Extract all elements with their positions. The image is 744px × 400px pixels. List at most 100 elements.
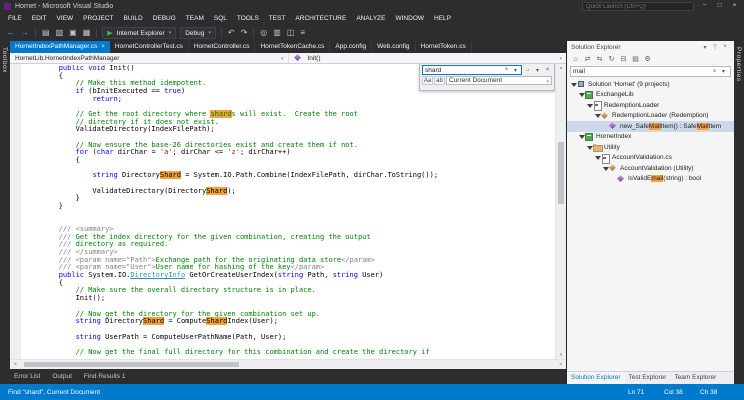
doc-tab-web-config[interactable]: Web.config <box>372 41 416 53</box>
expand-arrow-icon[interactable] <box>578 91 585 98</box>
close-window-button[interactable]: × <box>727 0 742 11</box>
find-options-icon[interactable]: ▾ <box>533 67 542 74</box>
switch-views-icon[interactable]: ⇄ <box>582 55 593 63</box>
menu-help[interactable]: HELP <box>429 13 456 25</box>
comment-icon[interactable]: ▥ <box>273 26 281 40</box>
find-next-button[interactable]: → <box>523 67 532 73</box>
menu-file[interactable]: FILE <box>3 13 27 25</box>
close-icon[interactable]: × <box>720 44 730 51</box>
doc-tab-hornetcontroller-cs[interactable]: HornetController.cs <box>189 41 256 53</box>
expand-arrow-icon[interactable] <box>578 133 585 140</box>
undo-icon[interactable]: ↶ <box>228 26 235 40</box>
menu-test[interactable]: TEST <box>264 13 291 25</box>
tree-item-accountvalidation-utility-[interactable]: AccountValidation (Utility) <box>567 163 734 174</box>
expand-arrow-icon[interactable] <box>586 102 593 109</box>
bottom-tab-find-results-1[interactable]: Find Results 1 <box>78 369 132 384</box>
window-options-icon[interactable]: ▾ <box>700 44 710 51</box>
vertical-scrollbar[interactable]: ▴ ▾ <box>555 64 566 359</box>
member-dropdown[interactable]: Init() ▾ <box>287 53 567 63</box>
tree-item-solution-hornet-9-projects-[interactable]: Solution 'Hornet' (9 projects) <box>567 79 734 90</box>
panel-tab-solution-explorer[interactable]: Solution Explorer <box>567 372 625 384</box>
tree-item-redemptionloader[interactable]: RedemptionLoader <box>567 100 734 112</box>
vertical-scroll-thumb[interactable] <box>558 142 564 204</box>
menu-window[interactable]: WINDOW <box>390 13 429 25</box>
menu-debug[interactable]: DEBUG <box>148 13 181 25</box>
toolbox-tab[interactable]: Toolbox <box>1 47 8 73</box>
match-case-toggle[interactable]: Aa <box>422 76 433 85</box>
menu-team[interactable]: TEAM <box>181 13 209 25</box>
doc-tab-hornettoken-cs[interactable]: HornetToken.cs <box>416 41 472 53</box>
horizontal-scrollbar[interactable]: ◂ ▸ <box>10 359 566 369</box>
scroll-left-icon[interactable]: ◂ <box>10 360 20 369</box>
quick-launch-input[interactable] <box>586 3 690 10</box>
menu-project[interactable]: PROJECT <box>78 13 118 25</box>
tree-item-hornetindex[interactable]: HornetIndex <box>567 132 734 143</box>
whole-word-toggle[interactable]: ab <box>434 76 445 85</box>
type-dropdown[interactable]: HornetLib.HornetIndexPathManager ▾ <box>10 53 288 63</box>
properties-tab[interactable]: Properties <box>735 47 742 82</box>
tree-item-redemptionloader-redemption-[interactable]: RedemptionLoader (Redemption) <box>567 111 734 122</box>
nav-back-icon[interactable]: ← <box>7 26 15 40</box>
quick-launch-box[interactable] <box>582 2 694 11</box>
find-scope-dropdown[interactable]: Current Document ▾ <box>446 76 552 85</box>
minimize-button[interactable]: − <box>697 0 712 11</box>
tree-item-accountvalidation-cs[interactable]: AccountValidation.cs <box>567 153 734 164</box>
expand-arrow-icon[interactable] <box>602 165 609 172</box>
doc-tab-hornetindexpathmanager-cs[interactable]: HornetIndexPathManager.cs × <box>10 41 110 53</box>
clear-search-icon[interactable]: × <box>710 69 719 75</box>
solution-explorer-search-box[interactable]: × ▾ <box>570 66 731 77</box>
menu-tools[interactable]: TOOLS <box>232 13 264 25</box>
find-in-files-icon[interactable]: ◎ <box>260 26 267 40</box>
new-file-icon[interactable]: ▤ <box>42 26 50 40</box>
scroll-down-icon[interactable]: ▾ <box>556 351 566 359</box>
find-input-box[interactable]: × ▾ <box>422 65 522 75</box>
find-input[interactable] <box>425 66 502 74</box>
start-debug-icon[interactable]: ▶ <box>107 29 112 37</box>
save-all-icon[interactable]: ▦ <box>83 26 91 40</box>
expand-arrow-icon[interactable] <box>594 112 601 119</box>
expand-arrow-icon[interactable] <box>594 154 601 161</box>
close-find-button[interactable]: × <box>543 67 552 73</box>
tree-item-utility[interactable]: Utility <box>567 142 734 153</box>
bottom-tab-error-list[interactable]: Error List <box>8 369 46 384</box>
properties-icon[interactable]: ⚙ <box>642 55 653 63</box>
pin-icon[interactable]: ⊤ <box>710 44 720 51</box>
outline-icon[interactable]: ≡ <box>300 26 305 40</box>
open-file-icon[interactable]: ▧ <box>56 26 64 40</box>
tree-item-isvalidemail-string-bool[interactable]: IsValidE mail (string) : bool <box>567 174 734 185</box>
tree-item-exchangelib[interactable]: ExchangeLib <box>567 90 734 101</box>
menu-build[interactable]: BUILD <box>119 13 148 25</box>
close-tab-icon[interactable]: × <box>101 41 105 53</box>
horizontal-scroll-thumb[interactable] <box>24 362 239 367</box>
expand-arrow-icon[interactable] <box>570 81 577 88</box>
show-all-files-icon[interactable]: ▤ <box>630 55 641 63</box>
menu-analyze[interactable]: ANALYZE <box>351 13 390 25</box>
collapse-all-icon[interactable]: ⊟ <box>618 55 629 63</box>
panel-tab-team-explorer[interactable]: Team Explorer <box>670 372 720 384</box>
uncomment-icon[interactable]: ◫ <box>287 26 295 40</box>
bottom-tab-output[interactable]: Output <box>46 369 78 384</box>
code-editor[interactable]: public void Init() { // Make this method… <box>10 64 566 359</box>
search-options-icon[interactable]: ▾ <box>719 68 728 75</box>
home-icon[interactable]: ⌂ <box>570 56 581 63</box>
save-icon[interactable]: ▣ <box>69 26 77 40</box>
panel-tab-test-explorer[interactable]: Test Explorer <box>625 372 671 384</box>
tree-item-new-safemailitem-safemailitem[interactable]: new_Safe Mail Item() : Safe Mail Item <box>567 121 734 132</box>
menu-sql[interactable]: SQL <box>209 13 232 25</box>
doc-tab-app-config[interactable]: App.config <box>330 41 373 53</box>
menu-edit[interactable]: EDIT <box>27 13 52 25</box>
solution-configuration-dropdown[interactable]: Debug ▾ <box>180 27 216 39</box>
expand-arrow-icon[interactable] <box>586 144 593 151</box>
doc-tab-hornettokencache-cs[interactable]: HornetTokenCache.cs <box>255 41 331 53</box>
sync-active-document-icon[interactable]: ⇆ <box>594 55 605 63</box>
solution-explorer-search-input[interactable] <box>573 68 710 75</box>
redo-icon[interactable]: ↷ <box>241 26 248 40</box>
nav-forward-icon[interactable]: → <box>21 26 29 40</box>
doc-tab-hornetcontrollertest-cs[interactable]: HornetControllerTest.cs <box>110 41 189 53</box>
clear-find-icon[interactable]: × <box>502 67 511 73</box>
scroll-up-icon[interactable]: ▴ <box>556 64 566 72</box>
start-debug-dropdown[interactable]: ▶ Internet Explorer ▾ <box>102 27 177 39</box>
find-history-icon[interactable]: ▾ <box>511 67 520 74</box>
menu-architecture[interactable]: ARCHITECTURE <box>290 13 351 25</box>
refresh-icon[interactable]: ↻ <box>606 55 617 63</box>
